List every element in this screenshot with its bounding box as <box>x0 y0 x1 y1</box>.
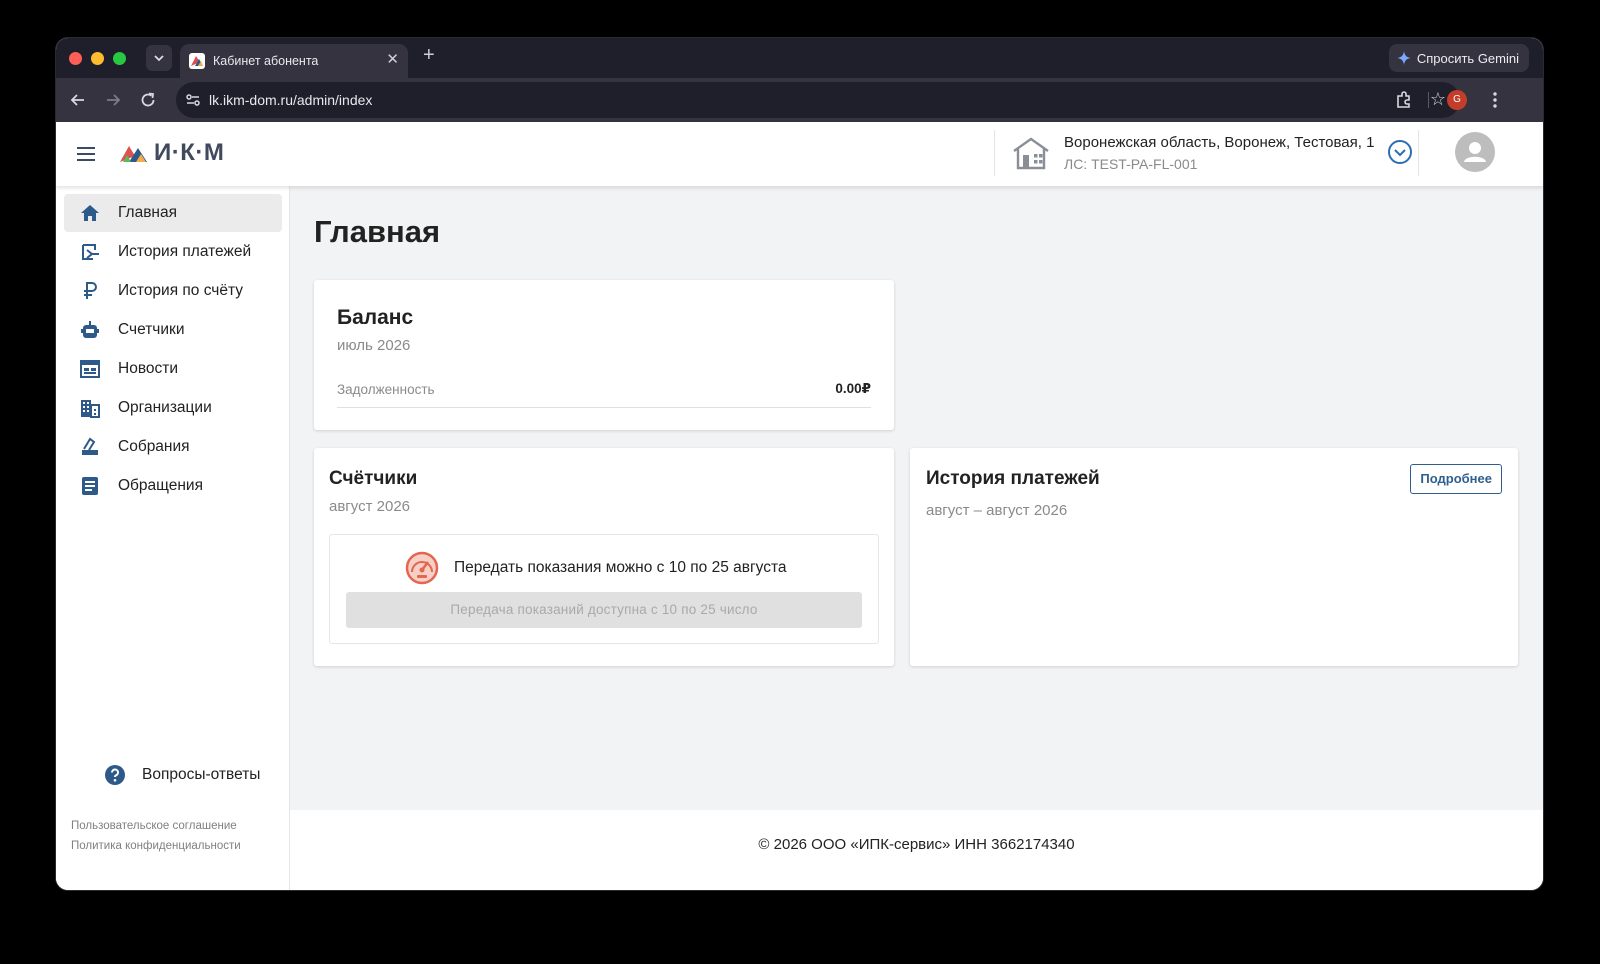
sidebar-item-meters[interactable]: Счетчики <box>64 311 282 349</box>
back-arrow-icon[interactable] <box>68 90 88 110</box>
tab-search-button[interactable] <box>146 45 172 71</box>
payments-period: август – август 2026 <box>926 502 1068 519</box>
address-text: Воронежская область, Воронеж, Тестовая, … <box>1064 134 1375 151</box>
sidebar-item-organizations[interactable]: Организации <box>64 389 282 427</box>
profile-avatar[interactable]: G <box>1447 90 1467 110</box>
site-favicon-icon <box>189 53 205 69</box>
new-tab-button[interactable]: + <box>423 44 435 67</box>
address-bar[interactable]: lk.ikm-dom.ru/admin/index ☆ <box>176 82 1460 118</box>
sidebar-item-label: Организации <box>118 399 212 416</box>
news-icon <box>80 360 100 378</box>
user-agreement-link[interactable]: Пользовательское соглашение <box>71 820 237 832</box>
sidebar-item-label: История платежей <box>118 243 252 260</box>
browser-window: Кабинет абонента ✕ + Спросить Gemini lk.… <box>56 38 1543 890</box>
submit-readings-button[interactable]: Передача показаний доступна с 10 по 25 ч… <box>346 592 862 628</box>
sidebar-item-requests[interactable]: Обращения <box>64 467 282 505</box>
sidebar-item-label: История по счёту <box>118 282 244 299</box>
home-icon <box>81 205 99 221</box>
close-window-button[interactable] <box>69 52 82 65</box>
payments-title: История платежей <box>926 468 1100 489</box>
sidebar-item-account-history[interactable]: История по счёту <box>64 272 282 310</box>
sidebar: Главная История платежей История по счёт… <box>56 186 290 890</box>
payment-history-icon <box>82 244 99 260</box>
meter-submission-note: Передать показания можно с 10 по 25 авгу… <box>454 559 787 576</box>
meter-icon <box>81 321 99 338</box>
payments-card: История платежей август – август 2026 По… <box>910 448 1518 666</box>
header-divider <box>994 130 995 176</box>
ask-gemini-label: Спросить Gemini <box>1416 50 1519 66</box>
sidebar-item-label: Собрания <box>118 438 190 455</box>
chevron-down-icon <box>154 55 164 62</box>
site-settings-icon[interactable] <box>184 91 202 109</box>
speedometer-icon <box>405 551 439 585</box>
browser-tab-bar: Кабинет абонента ✕ + Спросить Gemini <box>56 38 1543 78</box>
tab-title: Кабинет абонента <box>213 54 319 68</box>
app-header: И·К·М Воронежская область, Воронеж, Тест… <box>56 122 1543 186</box>
toolbar-separator <box>1428 92 1429 108</box>
debt-value: 0.00₽ <box>835 381 871 396</box>
sidebar-item-label: Обращения <box>118 477 203 494</box>
balance-title: Баланс <box>337 306 414 329</box>
meters-period: август 2026 <box>329 498 411 515</box>
sidebar-item-meetings[interactable]: Собрания <box>64 428 282 466</box>
sidebar-item-payment-history[interactable]: История платежей <box>64 233 282 271</box>
more-options-icon[interactable] <box>1485 90 1505 110</box>
divider <box>337 407 871 408</box>
requests-icon <box>82 477 98 495</box>
balance-period: июль 2026 <box>337 337 411 354</box>
sidebar-item-label: Счетчики <box>118 321 185 338</box>
organizations-icon <box>81 400 100 418</box>
help-circle-icon <box>105 765 125 785</box>
privacy-policy-link[interactable]: Политика конфиденциальности <box>71 840 241 852</box>
extensions-puzzle-icon[interactable] <box>1394 90 1414 110</box>
meters-card: Счётчики август 2026 Передать показания … <box>314 448 894 666</box>
header-divider <box>1418 130 1419 176</box>
user-avatar[interactable] <box>1455 132 1495 172</box>
user-icon <box>1464 142 1486 162</box>
tab-close-icon[interactable]: ✕ <box>386 50 399 68</box>
meters-title: Счётчики <box>329 468 418 489</box>
sidebar-item-news[interactable]: Новости <box>64 350 282 388</box>
house-icon <box>1013 137 1049 170</box>
minimize-window-button[interactable] <box>91 52 104 65</box>
forward-arrow-icon[interactable] <box>103 90 123 110</box>
url-text[interactable]: lk.ikm-dom.ru/admin/index <box>209 92 372 108</box>
browser-toolbar: lk.ikm-dom.ru/admin/index ☆ G <box>56 78 1543 122</box>
meter-submission-box: Передать показания можно с 10 по 25 авгу… <box>329 534 879 644</box>
browser-tab[interactable]: Кабинет абонента ✕ <box>180 44 408 78</box>
sidebar-item-label: Новости <box>118 360 179 377</box>
page-title: Главная <box>314 214 441 249</box>
account-number: ЛС: TEST-PA-FL-001 <box>1064 156 1198 172</box>
sidebar-item-home[interactable]: Главная <box>64 194 282 232</box>
meetings-icon <box>82 437 98 455</box>
ruble-icon <box>84 282 97 299</box>
gemini-sparkle-icon <box>1396 51 1411 65</box>
menu-hamburger-icon[interactable] <box>76 144 96 164</box>
main-content: Главная Баланс июль 2026 Задолженность 0… <box>290 186 1543 810</box>
reload-icon[interactable] <box>138 90 158 110</box>
balance-card: Баланс июль 2026 Задолженность 0.00₽ <box>314 280 894 430</box>
more-details-button[interactable]: Подробнее <box>1410 464 1502 494</box>
debt-label: Задолженность <box>337 382 435 397</box>
logo-text: И·К·М <box>154 139 225 166</box>
logo-mark-icon <box>120 146 147 162</box>
bookmark-star-icon[interactable]: ☆ <box>1430 89 1446 110</box>
sidebar-item-label: Главная <box>118 204 177 221</box>
address-dropdown-icon[interactable] <box>1387 139 1413 165</box>
faq-link[interactable]: Вопросы-ответы <box>104 764 260 786</box>
maximize-window-button[interactable] <box>113 52 126 65</box>
company-logo[interactable]: И·К·М <box>120 139 224 167</box>
footer: © 2026 ООО «ИПК-сервис» ИНН 3662174340 <box>290 810 1543 890</box>
footer-copyright: © 2026 ООО «ИПК-сервис» ИНН 3662174340 <box>758 836 1075 853</box>
faq-label: Вопросы-ответы <box>142 766 261 783</box>
ask-gemini-button[interactable]: Спросить Gemini <box>1388 44 1529 72</box>
